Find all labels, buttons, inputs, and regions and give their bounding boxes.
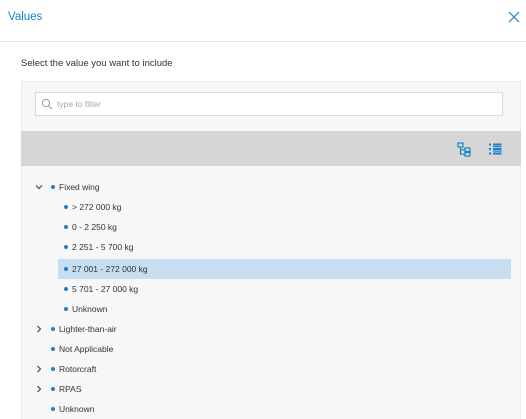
tree-node-lighter-than-air[interactable]: Lighter-than-air bbox=[21, 319, 511, 339]
dialog-title: Values bbox=[8, 11, 43, 23]
tree-node[interactable]: Unknown bbox=[21, 399, 511, 419]
tree-node-selected[interactable]: 27 001 - 272 000 kg bbox=[58, 259, 511, 279]
tree-node-label: > 272 000 kg bbox=[72, 202, 122, 212]
bullet-icon bbox=[51, 327, 55, 331]
tree-node-label: Unknown bbox=[59, 404, 95, 414]
filter-box[interactable] bbox=[35, 92, 503, 116]
tree-node-fixed-wing[interactable]: Fixed wing bbox=[21, 177, 511, 197]
tree-node[interactable]: Not Applicable bbox=[21, 339, 511, 359]
values-dialog: Values Select the value you want to incl… bbox=[0, 0, 526, 419]
tree-node-label: 27 001 - 272 000 kg bbox=[72, 264, 148, 274]
bullet-icon bbox=[64, 287, 68, 291]
bullet-icon bbox=[64, 307, 68, 311]
tree-node[interactable]: Unknown bbox=[21, 299, 511, 319]
tree-node-label: RPAS bbox=[59, 384, 82, 394]
tree-node-label: Lighter-than-air bbox=[59, 324, 117, 334]
chevron-right-icon[interactable] bbox=[35, 325, 43, 333]
bullet-icon bbox=[64, 205, 68, 209]
close-icon[interactable] bbox=[506, 9, 522, 25]
tree-node[interactable]: 2 251 - 5 700 kg bbox=[21, 237, 511, 257]
tree-node[interactable]: 5 701 - 27 000 kg bbox=[21, 279, 511, 299]
bullet-icon bbox=[51, 347, 55, 351]
bullet-icon bbox=[51, 387, 55, 391]
bullet-icon bbox=[51, 367, 55, 371]
tree-node-rpas[interactable]: RPAS bbox=[21, 379, 511, 399]
tree-node-label: 0 - 2 250 kg bbox=[72, 222, 117, 232]
tree-node-rotorcraft[interactable]: Rotorcraft bbox=[21, 359, 511, 379]
chevron-down-icon[interactable] bbox=[35, 183, 43, 191]
search-icon bbox=[41, 98, 53, 110]
tree-node-label: Unknown bbox=[72, 304, 108, 314]
tree-node[interactable]: > 272 000 kg bbox=[21, 197, 511, 217]
dialog-header: Values bbox=[0, 0, 526, 42]
bullet-icon bbox=[64, 245, 68, 249]
bullet-icon bbox=[64, 225, 68, 229]
tree-view-icon[interactable] bbox=[456, 141, 472, 157]
list-view-icon[interactable] bbox=[487, 141, 503, 157]
tree-node-label: Fixed wing bbox=[59, 182, 100, 192]
tree-node-label: Rotorcraft bbox=[59, 364, 97, 374]
chevron-right-icon[interactable] bbox=[35, 365, 43, 373]
bullet-icon bbox=[51, 407, 55, 411]
bullet-icon bbox=[51, 185, 55, 189]
tree-node-label: Not Applicable bbox=[59, 344, 114, 354]
filter-input[interactable] bbox=[57, 96, 497, 112]
tree-node[interactable]: 0 - 2 250 kg bbox=[21, 217, 511, 237]
bullet-icon bbox=[64, 267, 68, 271]
instruction-text: Select the value you want to include bbox=[21, 58, 173, 69]
chevron-right-icon[interactable] bbox=[35, 385, 43, 393]
tree-node-label: 5 701 - 27 000 kg bbox=[72, 284, 139, 294]
tree-node-label: 2 251 - 5 700 kg bbox=[72, 242, 134, 252]
tree-toolbar bbox=[21, 131, 521, 166]
